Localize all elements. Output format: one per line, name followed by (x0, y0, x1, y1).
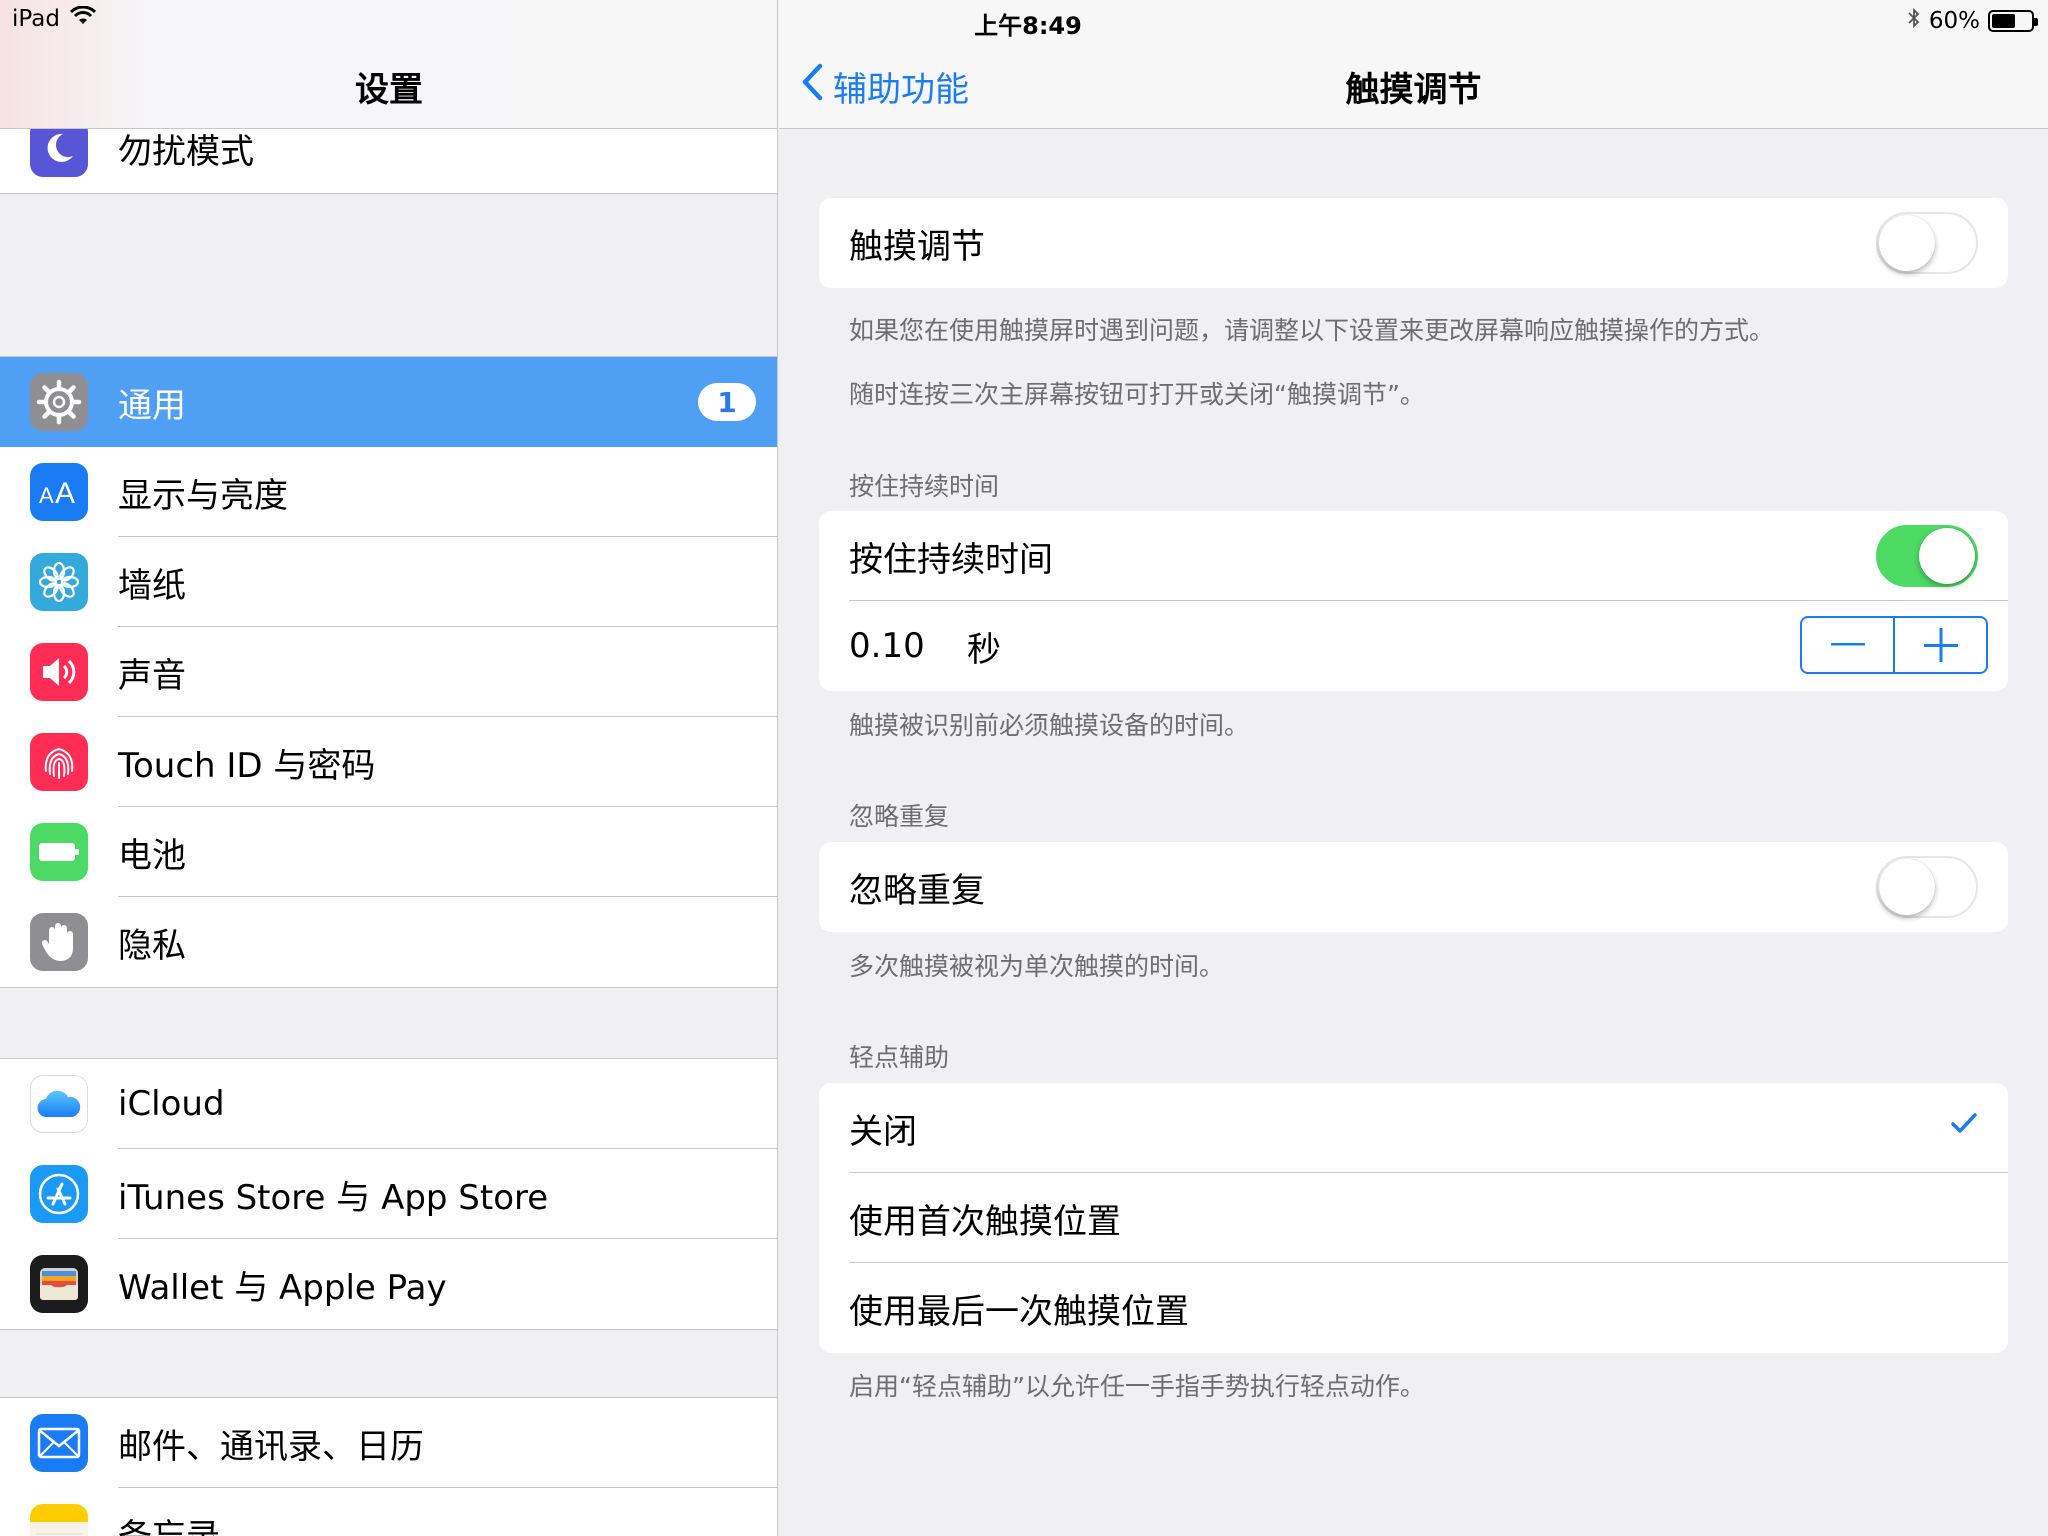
clock: 上午8:49 (974, 12, 1082, 40)
sidebar-item-text-size[interactable]: A A 显示与亮度 (0, 447, 777, 537)
flower-icon (30, 553, 88, 611)
settings-group: 邮件、通讯录、日历备忘录 (0, 1397, 777, 1536)
sidebar-item-label: 隐私 (118, 925, 186, 966)
sidebar-item-flower[interactable]: 墙纸 (0, 537, 777, 627)
detail-pane: 辅助功能 触摸调节 触摸调节 如果您在使用触摸屏时遇到问题，请调整以下设置来更改… (779, 0, 2048, 1536)
sidebar-item-fingerprint[interactable]: Touch ID 与密码 (0, 717, 777, 807)
ignore-repeat-row: 忽略重复 (819, 842, 2008, 932)
ignore-repeat-group: 忽略重复 (819, 842, 2008, 932)
touch-accommodations-label: 触摸调节 (849, 226, 985, 267)
touch-accommodations-group: 触摸调节 (819, 198, 2008, 288)
sidebar-item-label: 墙纸 (118, 565, 186, 606)
triple-click-note: 随时连按三次主屏幕按钮可打开或关闭“触摸调节”。 (849, 380, 1425, 409)
tap-assistance-option-label: 使用最后一次触摸位置 (849, 1291, 1189, 1332)
sidebar-item-label: Wallet 与 Apple Pay (118, 1267, 447, 1308)
toggle-knob (1919, 528, 1975, 584)
sidebar-item-gear[interactable]: 通用 1 (0, 357, 777, 447)
wallet-icon (30, 1255, 88, 1313)
svg-text:A: A (39, 483, 54, 507)
sidebar-item-label: 通用 (118, 385, 186, 426)
sidebar-item-speaker[interactable]: 声音 (0, 627, 777, 717)
touch-accommodations-row: 触摸调节 (819, 198, 2008, 288)
settings-sidebar: 控制中心勿扰模式通用1AA显示与亮度墙纸声音Touch ID 与密码电池隐私iC… (0, 0, 778, 1536)
hold-duration-value: 0.10 (849, 626, 925, 666)
sidebar-item-label: 声音 (118, 655, 186, 696)
sidebar-item-wallet[interactable]: Wallet 与 Apple Pay (0, 1239, 777, 1329)
hold-duration-header: 按住持续时间 (849, 472, 1000, 501)
hold-duration-label: 按住持续时间 (849, 539, 1053, 580)
app-store-icon (30, 1165, 88, 1223)
hand-icon (30, 913, 88, 971)
text-size-icon: AA (30, 463, 88, 521)
increment-button[interactable] (1895, 618, 1986, 672)
cloud-icon (30, 1075, 88, 1133)
ignore-repeat-toggle[interactable] (1876, 856, 1978, 918)
sidebar-item-label: iTunes Store 与 App Store (118, 1177, 549, 1218)
tap-assistance-option[interactable]: 关闭 (819, 1083, 2008, 1173)
mail-icon (30, 1414, 88, 1472)
svg-text:A: A (55, 477, 75, 507)
tap-assistance-header: 轻点辅助 (849, 1043, 950, 1072)
settings-group: iCloud iTunes Store 与 App Store Wallet 与 A… (0, 1058, 777, 1330)
speaker-icon (30, 643, 88, 701)
hold-duration-footer: 触摸被识别前必须触摸设备的时间。 (849, 711, 1250, 740)
sidebar-item-app-store[interactable]: iTunes Store 与 App Store (0, 1149, 777, 1239)
hold-duration-stepper (1800, 616, 1988, 674)
battery-icon (30, 823, 88, 881)
minus-icon (1830, 643, 1865, 646)
ignore-repeat-header: 忽略重复 (849, 802, 950, 831)
sidebar-item-mail[interactable]: 邮件、通讯录、日历 (0, 1398, 777, 1488)
sidebar-item-label: 备忘录 (118, 1509, 220, 1536)
checkmark-icon (1950, 1111, 1978, 1139)
sidebar-item-battery[interactable]: 电池 (0, 807, 777, 897)
sidebar-title: 设置 (355, 70, 423, 110)
sidebar-item-label: 勿扰模式 (118, 131, 254, 172)
status-bar: iPad 上午8:49 60% (0, 0, 2048, 40)
hold-duration-toggle[interactable] (1876, 525, 1978, 587)
sidebar-item-cloud[interactable]: iCloud (0, 1059, 777, 1149)
page-title: 触摸调节 (1345, 70, 1482, 110)
hold-duration-unit: 秒 (967, 629, 1001, 670)
decrement-button[interactable] (1802, 618, 1895, 672)
tap-assistance-option-label: 关闭 (849, 1111, 917, 1152)
bluetooth-icon (1907, 6, 1921, 36)
notes-icon (30, 1504, 88, 1536)
gear-icon (30, 373, 88, 431)
sidebar-item-label: iCloud (118, 1084, 225, 1124)
hold-duration-group: 按住持续时间 0.10 秒 (819, 511, 2008, 691)
hold-duration-value-row: 0.10 秒 (819, 601, 2008, 691)
tap-assistance-option-label: 使用首次触摸位置 (849, 1201, 1121, 1242)
touch-accommodations-toggle[interactable] (1876, 212, 1978, 274)
battery-percent: 60% (1928, 8, 1980, 34)
tap-assistance-footer: 启用“轻点辅助”以允许任一手指手势执行轻点动作。 (849, 1372, 1425, 1401)
ignore-repeat-footer: 多次触摸被视为单次触摸的时间。 (849, 952, 1225, 981)
hold-duration-row: 按住持续时间 (819, 511, 2008, 601)
tap-assistance-option[interactable]: 使用首次触摸位置 (819, 1173, 2008, 1263)
notification-badge: 1 (698, 383, 756, 421)
sidebar-item-notes[interactable]: 备忘录 (0, 1488, 777, 1536)
tap-assistance-group: 关闭使用首次触摸位置使用最后一次触摸位置 (819, 1083, 2008, 1353)
sidebar-item-label: 显示与亮度 (118, 475, 288, 516)
sidebar-item-hand[interactable]: 隐私 (0, 897, 777, 987)
sidebar-item-label: 邮件、通讯录、日历 (118, 1426, 424, 1467)
plus-icon (1923, 628, 1958, 662)
intro-note: 如果您在使用触摸屏时遇到问题，请调整以下设置来更改屏幕响应触摸操作的方式。 (849, 316, 1775, 345)
battery-indicator (1988, 10, 2038, 32)
tap-assistance-option[interactable]: 使用最后一次触摸位置 (819, 1263, 2008, 1353)
ignore-repeat-label: 忽略重复 (849, 870, 985, 911)
toggle-knob (1879, 859, 1935, 915)
fingerprint-icon (30, 733, 88, 791)
settings-group: 通用 1 A A 显示与亮度墙纸声音 Touch ID 与密码 电池隐私 (0, 356, 777, 988)
toggle-knob (1879, 215, 1935, 271)
sidebar-item-label: Touch ID 与密码 (118, 745, 376, 786)
sidebar-item-label: 电池 (118, 835, 186, 876)
